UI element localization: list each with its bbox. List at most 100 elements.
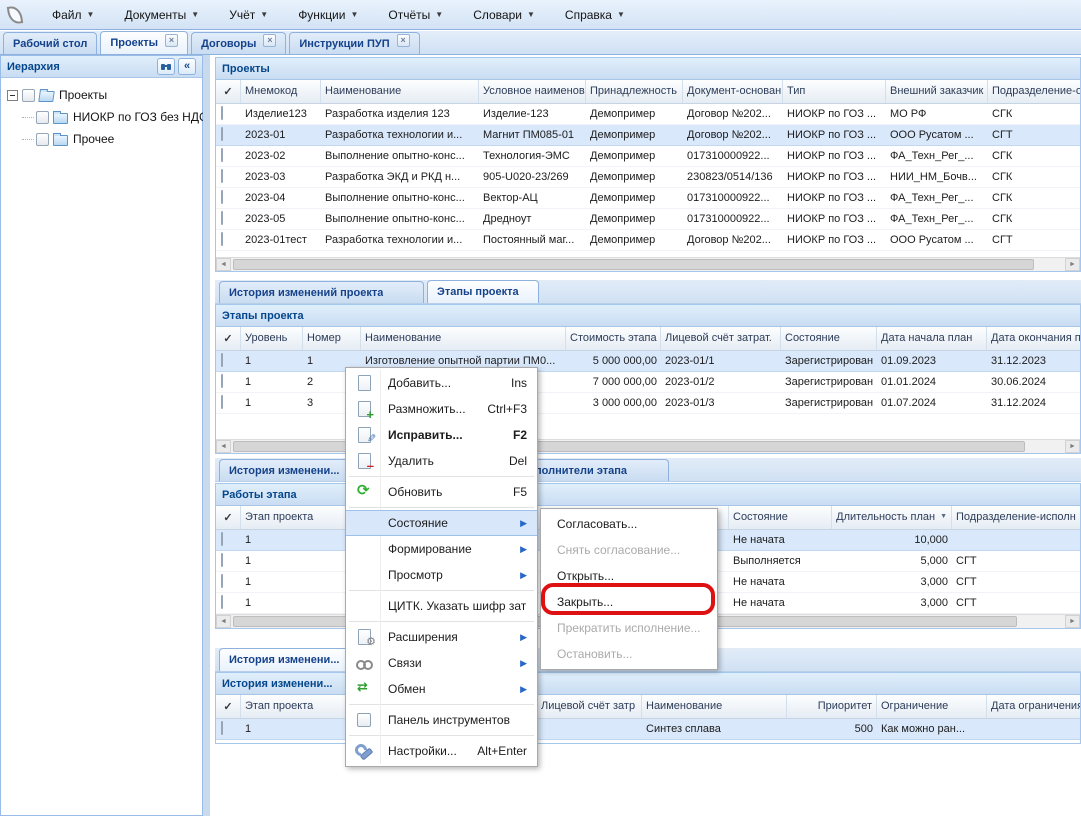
- menu-item[interactable]: Связи▶: [346, 650, 537, 676]
- menu-item[interactable]: Расширения▶: [346, 624, 537, 650]
- tab[interactable]: Рабочий стол: [3, 32, 97, 54]
- menu-item[interactable]: Размножить...Ctrl+F3: [346, 396, 537, 422]
- scrollbar-thumb[interactable]: [233, 259, 1034, 270]
- tree-checkbox[interactable]: [22, 89, 35, 102]
- row-checkbox[interactable]: [221, 211, 223, 225]
- column-header[interactable]: Дата начала план: [877, 327, 987, 350]
- select-all-header[interactable]: ✓: [216, 80, 241, 103]
- column-header[interactable]: Документ-основан: [683, 80, 783, 103]
- row-checkbox[interactable]: [221, 148, 223, 162]
- tree-checkbox[interactable]: [36, 133, 49, 146]
- column-header[interactable]: Приоритет: [787, 695, 877, 718]
- column-header[interactable]: Стоимость этапа: [566, 327, 661, 350]
- row-checkbox[interactable]: [221, 169, 223, 183]
- column-header[interactable]: Внешний заказчик: [886, 80, 988, 103]
- tab[interactable]: Проекты×: [100, 31, 188, 54]
- row-checkbox[interactable]: [221, 127, 223, 141]
- select-all-header[interactable]: ✓: [216, 506, 241, 529]
- column-header[interactable]: Подразделение-исполн: [952, 506, 1081, 529]
- column-header[interactable]: Уровень: [241, 327, 303, 350]
- table-row[interactable]: 2023-01Разработка технологии и...Магнит …: [216, 125, 1080, 146]
- select-all-header[interactable]: ✓: [216, 695, 241, 718]
- menu-item[interactable]: Обмен▶: [346, 676, 537, 702]
- tab[interactable]: Договоры×: [191, 32, 286, 54]
- column-header[interactable]: Подразделение-от: [988, 80, 1081, 103]
- table-row[interactable]: 2023-05Выполнение опытно-конс...Дредноут…: [216, 209, 1080, 230]
- find-button[interactable]: [157, 58, 175, 75]
- row-checkbox[interactable]: [221, 721, 223, 735]
- scroll-left-button[interactable]: ◄: [216, 258, 231, 271]
- column-header[interactable]: Лицевой счёт затр: [537, 695, 642, 718]
- column-header[interactable]: Лицевой счёт затрат.: [661, 327, 781, 350]
- table-row[interactable]: Изделие123Разработка изделия 123Изделие-…: [216, 104, 1080, 125]
- row-checkbox[interactable]: [221, 232, 223, 246]
- row-checkbox[interactable]: [221, 374, 223, 388]
- menu-item[interactable]: Прекратить исполнение...: [541, 615, 717, 641]
- tab[interactable]: История изменений проекта: [219, 281, 424, 303]
- menu-item[interactable]: ЦИТК. Указать шифр затрат...: [346, 593, 537, 619]
- table-row[interactable]: 2023-01тестРазработка технологии и...Пос…: [216, 230, 1080, 251]
- row-checkbox[interactable]: [221, 553, 223, 567]
- close-icon[interactable]: ×: [165, 34, 178, 47]
- column-header[interactable]: Тип: [783, 80, 886, 103]
- row-checkbox[interactable]: [221, 532, 223, 546]
- tree-item[interactable]: Проекты: [5, 84, 198, 106]
- menubar-item[interactable]: Функции▼: [290, 4, 366, 26]
- tab[interactable]: Инструкции ПУП×: [289, 32, 419, 54]
- menubar-item[interactable]: Учёт▼: [221, 4, 276, 26]
- column-header[interactable]: Наименование: [361, 327, 566, 350]
- column-header[interactable]: Наименование: [321, 80, 479, 103]
- row-checkbox[interactable]: [221, 190, 223, 204]
- select-all-header[interactable]: ✓: [216, 327, 241, 350]
- menu-item[interactable]: Согласовать...: [541, 511, 717, 537]
- tree-item[interactable]: НИОКР по ГОЗ без НДС: [5, 106, 198, 128]
- menubar-item[interactable]: Файл▼: [44, 4, 102, 26]
- row-checkbox[interactable]: [221, 574, 223, 588]
- column-header[interactable]: Мнемокод: [241, 80, 321, 103]
- horizontal-scrollbar[interactable]: ◄ ►: [216, 257, 1080, 271]
- column-header[interactable]: Номер: [303, 327, 361, 350]
- table-row[interactable]: 2023-04Выполнение опытно-конс...Вектор-А…: [216, 188, 1080, 209]
- scroll-right-button[interactable]: ►: [1065, 440, 1080, 453]
- menubar-item[interactable]: Словари▼: [465, 4, 543, 26]
- column-header[interactable]: Длительность план▼: [832, 506, 952, 529]
- menu-item[interactable]: Просмотр▶: [346, 562, 537, 588]
- row-checkbox[interactable]: [221, 595, 223, 609]
- scroll-right-button[interactable]: ►: [1065, 258, 1080, 271]
- tree-checkbox[interactable]: [36, 111, 49, 124]
- menu-item[interactable]: Добавить...Ins: [346, 370, 537, 396]
- close-icon[interactable]: ×: [397, 34, 410, 47]
- column-header[interactable]: Дата окончания п: [987, 327, 1081, 350]
- column-header[interactable]: Ограничение: [877, 695, 987, 718]
- close-icon[interactable]: ×: [263, 34, 276, 47]
- column-header[interactable]: Условное наименова: [479, 80, 586, 103]
- tab[interactable]: Этапы проекта: [427, 280, 539, 303]
- menu-item[interactable]: Панель инструментов: [346, 707, 537, 733]
- menu-item[interactable]: Снять согласование...: [541, 537, 717, 563]
- column-header[interactable]: Принадлежность: [586, 80, 683, 103]
- table-row[interactable]: 2023-03Разработка ЭКД и РКД н...905-U020…: [216, 167, 1080, 188]
- column-header[interactable]: Наименование: [642, 695, 787, 718]
- scroll-right-button[interactable]: ►: [1065, 615, 1080, 628]
- menu-item[interactable]: Состояние▶: [346, 510, 537, 536]
- table-row[interactable]: 2023-02Выполнение опытно-конс...Технолог…: [216, 146, 1080, 167]
- row-checkbox[interactable]: [221, 395, 223, 409]
- menubar-item[interactable]: Отчёты▼: [380, 4, 451, 26]
- column-header[interactable]: Дата ограничения: [987, 695, 1081, 718]
- menu-item[interactable]: УдалитьDel: [346, 448, 537, 474]
- menu-item[interactable]: Настройки...Alt+Enter: [346, 738, 537, 764]
- column-header[interactable]: Этап проекта: [241, 506, 361, 529]
- collapse-panel-button[interactable]: «: [178, 58, 196, 75]
- scroll-left-button[interactable]: ◄: [216, 440, 231, 453]
- menubar-item[interactable]: Документы▼: [116, 4, 207, 26]
- row-checkbox[interactable]: [221, 106, 223, 120]
- menu-item[interactable]: Остановить...: [541, 641, 717, 667]
- row-checkbox[interactable]: [221, 353, 223, 367]
- collapse-node-icon[interactable]: [7, 90, 18, 101]
- menu-item[interactable]: Исправить...F2: [346, 422, 537, 448]
- tree-item[interactable]: Прочее: [5, 128, 198, 150]
- menu-item[interactable]: ОбновитьF5: [346, 479, 537, 505]
- scroll-left-button[interactable]: ◄: [216, 615, 231, 628]
- column-header[interactable]: Состояние: [781, 327, 877, 350]
- panel-splitter[interactable]: [203, 55, 210, 816]
